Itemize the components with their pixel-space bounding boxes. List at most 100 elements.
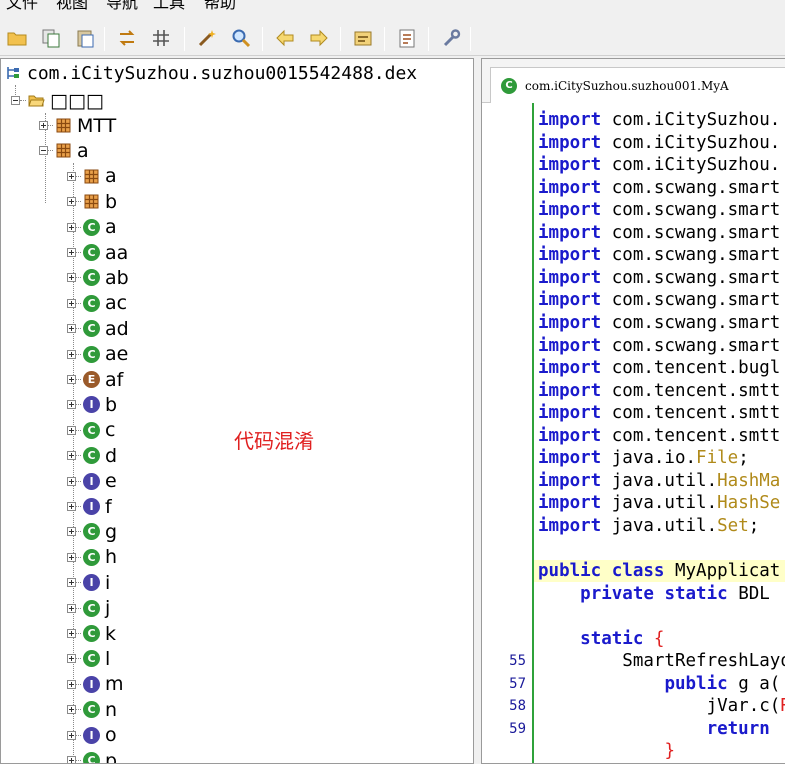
forward-icon[interactable] <box>308 27 330 49</box>
expand-toggle[interactable] <box>67 578 76 588</box>
menu-file[interactable]: 文件 <box>6 0 38 12</box>
tree-item-class[interactable]: Cd <box>67 443 117 468</box>
tree-item-interface[interactable]: Ie <box>67 469 117 494</box>
tree-item-class[interactable]: Cab <box>67 265 129 290</box>
expand-toggle[interactable] <box>67 730 76 740</box>
tree-item-class[interactable]: Ca <box>67 215 117 240</box>
expand-toggle[interactable] <box>39 121 48 130</box>
editor-tab[interactable]: C com.iCitySuzhou.suzhou001.MyA <box>490 67 785 103</box>
code-line[interactable]: } <box>538 740 675 762</box>
tree-item-interface[interactable]: Ii <box>67 570 110 595</box>
code-line[interactable]: import com.tencent.bugl <box>538 357 780 379</box>
log-icon[interactable] <box>396 27 418 49</box>
code-line[interactable]: import com.iCitySuzhou. <box>538 154 780 176</box>
collapse-toggle[interactable] <box>11 96 20 105</box>
expand-toggle[interactable] <box>67 349 76 359</box>
expand-toggle[interactable] <box>67 248 76 257</box>
tree-item-class[interactable]: Cac <box>67 291 127 316</box>
code-line[interactable]: public class MyApplicat <box>538 560 780 582</box>
expand-toggle[interactable] <box>67 502 76 511</box>
expand-toggle[interactable] <box>67 222 76 232</box>
expand-toggle[interactable] <box>67 197 76 207</box>
code-line[interactable]: import com.scwang.smart <box>538 289 780 311</box>
tree-item-interface[interactable]: Io <box>67 723 117 748</box>
code-line[interactable]: import com.scwang.smart <box>538 267 780 289</box>
tree-item-interface[interactable]: If <box>67 494 112 519</box>
tree-item-interface[interactable]: Ib <box>67 392 117 417</box>
code-line[interactable]: import com.scwang.smart <box>538 199 780 221</box>
code-line[interactable]: import com.iCitySuzhou. <box>538 109 780 131</box>
tree-item-class[interactable]: Cae <box>67 342 128 367</box>
code-line[interactable]: import java.io.File; <box>538 447 749 469</box>
menu-help[interactable]: 帮助 <box>204 0 236 12</box>
expand-toggle[interactable] <box>67 629 76 638</box>
code-line[interactable]: import java.util.HashMa <box>538 470 780 492</box>
tree-item-class[interactable]: Cl <box>67 646 110 671</box>
code-line[interactable]: import com.scwang.smart <box>538 244 780 266</box>
tree-item-class[interactable]: Cn <box>67 697 117 722</box>
tree-item-class[interactable]: Caa <box>67 240 128 265</box>
expand-toggle[interactable] <box>67 425 76 435</box>
menu-navigate[interactable]: 导航 <box>106 0 138 12</box>
tree-item-class[interactable]: Ck <box>67 621 116 646</box>
tree-item-package[interactable]: a <box>67 164 117 189</box>
expand-toggle[interactable] <box>67 679 76 689</box>
settings-icon[interactable] <box>440 27 462 49</box>
tree-item-class[interactable]: Cc <box>67 418 115 443</box>
tree-item-package[interactable]: b <box>67 189 117 214</box>
expand-toggle[interactable] <box>67 603 76 613</box>
expand-toggle[interactable] <box>67 451 76 461</box>
tree-item-class[interactable]: Cad <box>67 316 129 341</box>
code-line[interactable]: import com.iCitySuzhou. <box>538 132 780 154</box>
menu-tools[interactable]: 工具 <box>153 0 185 12</box>
expand-toggle[interactable] <box>67 705 76 715</box>
expand-toggle[interactable] <box>67 324 76 334</box>
tree-root[interactable]: com.iCitySuzhou.suzhou0015542488.dex <box>5 61 417 86</box>
tree-source-folder[interactable]: □□□ <box>11 88 104 113</box>
expand-toggle[interactable] <box>67 375 76 384</box>
tree-item-class[interactable]: Cp <box>67 748 117 763</box>
open-folder-icon[interactable] <box>6 27 28 49</box>
expand-toggle[interactable] <box>67 654 76 664</box>
code-line[interactable]: import com.scwang.smart <box>538 312 780 334</box>
sync-icon[interactable] <box>116 27 138 49</box>
project-tree[interactable]: com.iCitySuzhou.suzhou0015542488.dex □□□… <box>0 58 474 764</box>
grid-icon[interactable] <box>150 27 172 49</box>
code-line[interactable]: import com.tencent.smtt <box>538 402 780 424</box>
code-line[interactable]: import com.scwang.smart <box>538 222 780 244</box>
tree-item-interface[interactable]: Im <box>67 672 124 697</box>
code-line[interactable]: import com.tencent.smtt <box>538 380 780 402</box>
tree-item-enum[interactable]: Eaf <box>67 367 123 392</box>
tree-item-package[interactable]: a <box>39 138 89 163</box>
expand-toggle[interactable] <box>67 527 76 537</box>
search-icon[interactable] <box>230 27 252 49</box>
code-line[interactable]: import java.util.HashSe <box>538 492 780 514</box>
code-line[interactable]: return <box>538 718 770 740</box>
back-icon[interactable] <box>274 27 296 49</box>
expand-toggle[interactable] <box>67 476 76 486</box>
collapse-toggle[interactable] <box>39 146 48 156</box>
expand-toggle[interactable] <box>67 273 76 283</box>
tree-item-class[interactable]: Cg <box>67 519 117 544</box>
tree-item-class[interactable]: Cj <box>67 596 110 621</box>
expand-toggle[interactable] <box>67 171 76 181</box>
expand-toggle[interactable] <box>67 298 76 308</box>
code-line[interactable]: public g a( <box>538 673 780 695</box>
code-editor[interactable]: C com.iCitySuzhou.suzhou001.MyA import c… <box>481 58 785 764</box>
code-line[interactable]: import java.util.Set; <box>538 515 759 537</box>
code-line[interactable]: import com.tencent.smtt <box>538 425 780 447</box>
decompile-icon[interactable] <box>352 27 374 49</box>
code-line[interactable]: import com.scwang.smart <box>538 177 780 199</box>
code-line[interactable]: static { <box>538 628 664 650</box>
expand-toggle[interactable] <box>67 400 76 410</box>
code-line[interactable]: jVar.c(R <box>538 695 785 717</box>
paste-icon[interactable] <box>74 27 96 49</box>
copy-icon[interactable] <box>40 27 62 49</box>
tree-item-class[interactable]: Ch <box>67 545 117 570</box>
wand-icon[interactable] <box>196 27 218 49</box>
code-line[interactable]: SmartRefreshLayo <box>538 650 785 672</box>
code-line[interactable]: import com.scwang.smart <box>538 335 780 357</box>
expand-toggle[interactable] <box>67 552 76 562</box>
menu-view[interactable]: 视图 <box>56 0 88 12</box>
code-line[interactable]: private static BDL <box>538 583 770 605</box>
